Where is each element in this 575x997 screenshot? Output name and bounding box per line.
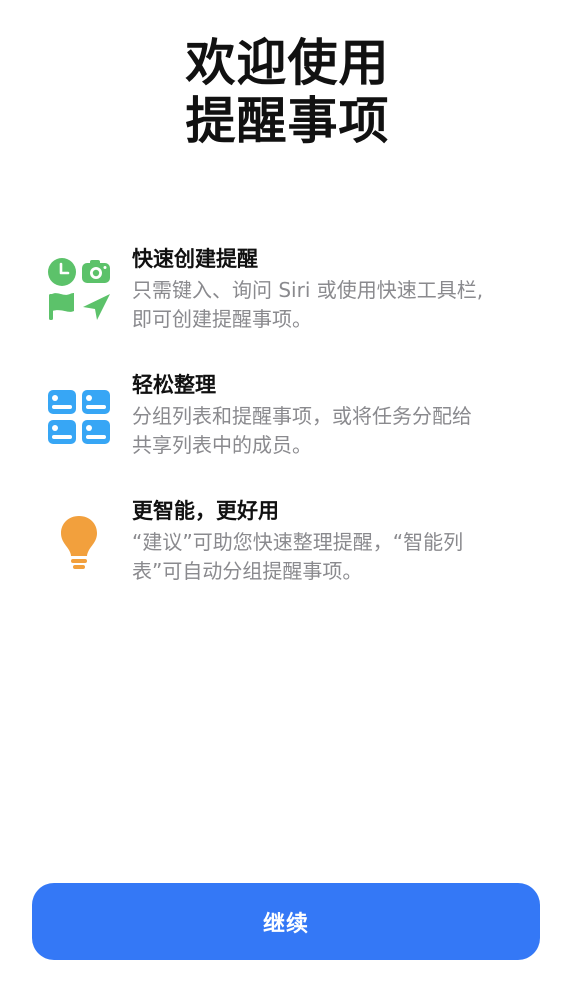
continue-button[interactable]: 继续 <box>32 883 540 960</box>
feature-heading: 更智能，更好用 <box>132 499 279 523</box>
page-title-line-2: 提醒事项 <box>185 92 390 150</box>
feature-heading: 快速创建提醒 <box>132 247 258 271</box>
feature-description-line-2: 即可创建提醒事项。 <box>132 307 312 331</box>
feature-description: “建议”可助您快速整理提醒，“智能列 表”可自动分组提醒事项。 <box>132 528 532 586</box>
feature-description-line-2: 表”可自动分组提醒事项。 <box>132 559 363 583</box>
feature-description-line-1: “建议”可助您快速整理提醒，“智能列 <box>132 530 464 554</box>
feature-heading: 轻松整理 <box>132 373 216 397</box>
feature-description-line-2: 共享列表中的成员。 <box>132 433 312 457</box>
feature-description-line-1: 分组列表和提醒事项，或将任务分配给 <box>132 404 472 428</box>
lightbulb-icon <box>46 514 112 580</box>
clock-icon <box>48 258 76 286</box>
feature-description: 分组列表和提醒事项，或将任务分配给 共享列表中的成员。 <box>132 402 532 460</box>
feature-description-line-1: 只需键入、询问 Siri 或使用快速工具栏, <box>132 278 484 302</box>
page-title: 欢迎使用 提醒事项 <box>0 34 575 150</box>
camera-icon <box>82 260 110 283</box>
flag-icon <box>49 293 74 320</box>
page-title-line-1: 欢迎使用 <box>185 34 390 92</box>
feature-description: 只需键入、询问 Siri 或使用快速工具栏, 即可创建提醒事项。 <box>132 276 532 334</box>
location-arrow-icon <box>83 294 110 320</box>
quick-create-icons <box>46 256 112 322</box>
lists-grid-icon <box>46 388 112 454</box>
